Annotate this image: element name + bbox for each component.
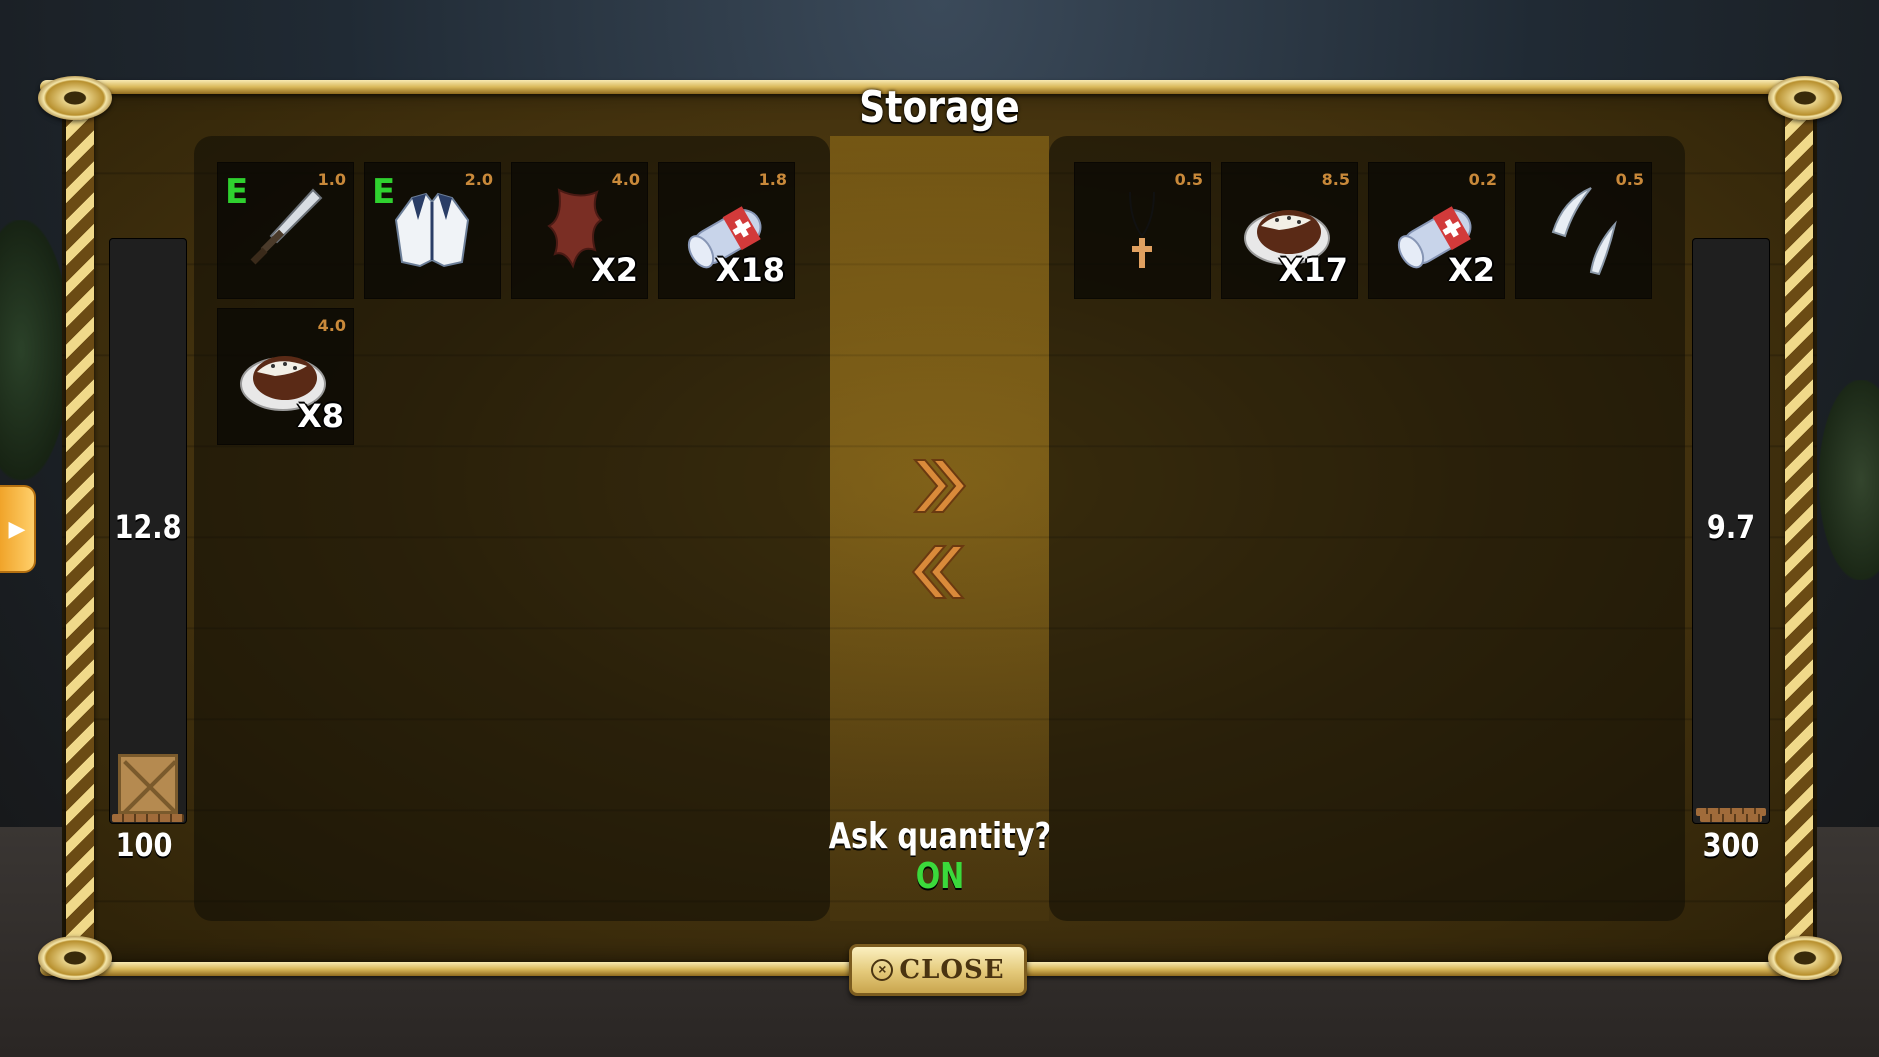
storage-weight-max: 300 (1702, 826, 1760, 864)
inventory-slot[interactable]: 1.8 X18 (658, 162, 795, 299)
center-divider (830, 136, 1049, 921)
double-chevron-right-icon (912, 459, 967, 513)
window-title: Storage (859, 82, 1020, 133)
frame-pillar-right (1785, 96, 1813, 962)
item-quantity: X18 (715, 251, 785, 289)
inventory-weight-current: 12.8 (114, 508, 182, 546)
frame-pillar-left (66, 96, 94, 962)
storage-weight-current: 9.7 (1706, 508, 1756, 546)
item-quantity: X2 (591, 251, 638, 289)
item-quantity: X2 (1448, 251, 1495, 289)
close-button[interactable]: × CLOSE (849, 944, 1027, 996)
frame-scroll-end (1768, 936, 1842, 980)
inventory-slot[interactable]: E 1.0 (217, 162, 354, 299)
inventory-slot[interactable]: E 2.0 (364, 162, 501, 299)
frame-scroll-end (38, 936, 112, 980)
item-quantity: X17 (1278, 251, 1348, 289)
move-to-inventory-button[interactable] (907, 540, 971, 604)
storage-slot[interactable]: 8.5 X17 (1221, 162, 1358, 299)
ask-quantity-toggle[interactable]: ON (892, 856, 988, 897)
pallet-icon (1700, 814, 1762, 822)
inventory-slot[interactable]: 4.0 X8 (217, 308, 354, 445)
close-icon: × (871, 959, 894, 981)
tree-right (1819, 380, 1879, 580)
storage-slot[interactable]: 0.5 (1074, 162, 1211, 299)
move-to-storage-button[interactable] (907, 454, 971, 518)
frame-scroll-end (1768, 76, 1842, 120)
inventory-weight-max: 100 (115, 826, 173, 864)
ask-quantity-label: Ask quantity? (828, 816, 1052, 857)
frame-scroll-end (38, 76, 112, 120)
side-menu-tab[interactable]: ▶ (0, 485, 36, 573)
double-chevron-left-icon (911, 545, 966, 599)
play-arrow-icon: ▶ (8, 516, 26, 541)
storage-slot[interactable]: 0.5 (1515, 162, 1652, 299)
crate-icon (118, 754, 178, 814)
sword-icon (250, 188, 323, 265)
jacket-icon (394, 192, 470, 268)
close-button-label: CLOSE (899, 955, 1005, 985)
item-quantity: X8 (297, 397, 344, 435)
fangs-icon (1551, 187, 1617, 276)
cross-necklace-icon (1129, 191, 1155, 268)
pallet-icon (112, 814, 184, 822)
storage-slot[interactable]: 0.2 X2 (1368, 162, 1505, 299)
tree-left (0, 220, 70, 480)
inventory-slot[interactable]: 4.0 X2 (511, 162, 648, 299)
